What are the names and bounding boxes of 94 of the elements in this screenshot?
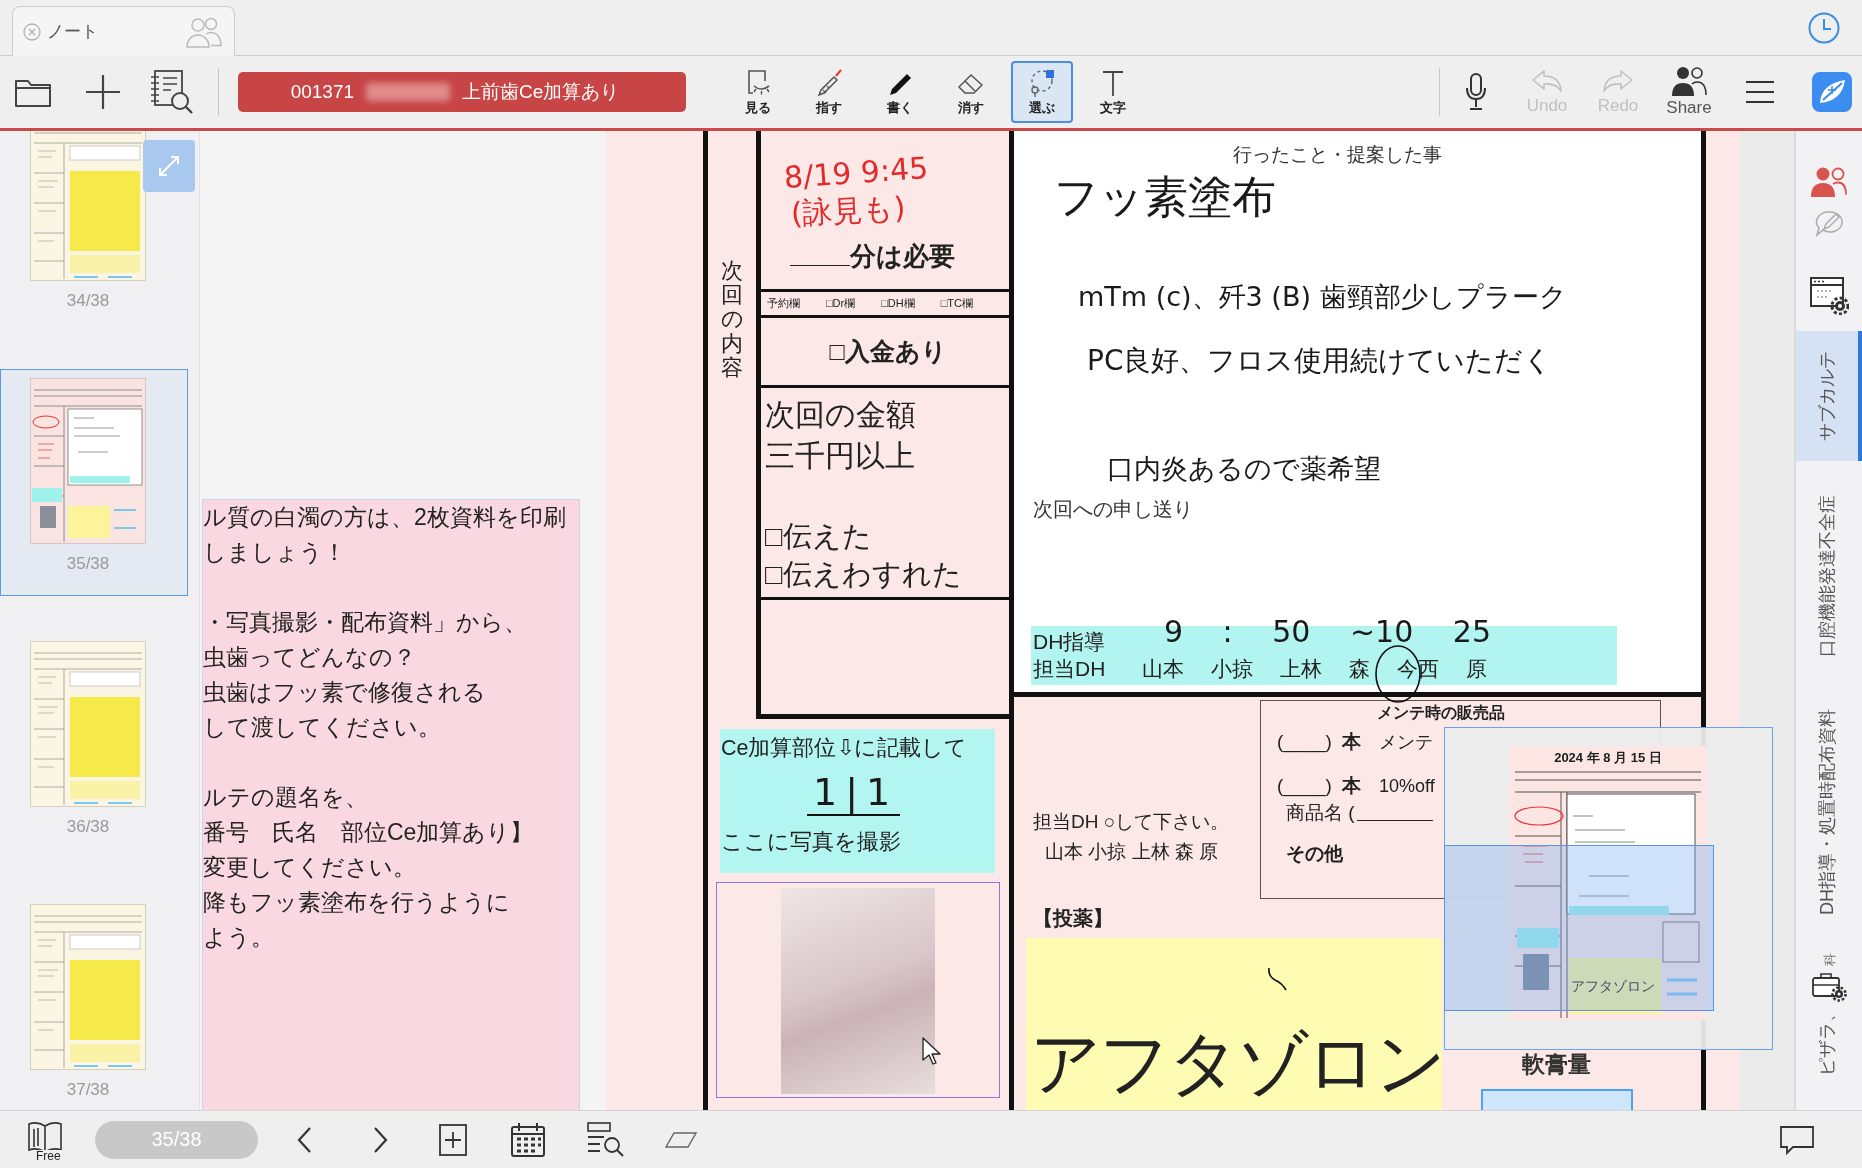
handwritten-time: 9 : 50 ~10 25 xyxy=(1163,614,1492,650)
microphone-icon[interactable] xyxy=(1464,72,1488,112)
section-label: 次回の内容 xyxy=(721,259,743,382)
staff-names: 山本 小掠 上林 森 原 xyxy=(1045,840,1219,864)
booking-field-label: □DH欄 xyxy=(881,296,915,311)
booking-field-label: □TC欄 xyxy=(940,296,973,311)
staff-name: 山本 xyxy=(1142,657,1185,680)
fill-in-line[interactable] xyxy=(1356,817,1433,821)
share-button[interactable]: Share xyxy=(1658,61,1720,123)
share-people-icon xyxy=(1671,66,1707,96)
handover-label: 次回への申し送り xyxy=(1033,497,1193,521)
medication-heading: 【投薬】 xyxy=(1033,906,1113,930)
side-tab[interactable]: サブカルテ xyxy=(1796,331,1862,461)
staff-instruction: 担当DH ○して下さい。 xyxy=(1033,810,1230,834)
tool-button[interactable]: 選ぶ xyxy=(1011,61,1073,123)
list-search-icon[interactable] xyxy=(586,1120,624,1159)
note-line: 虫歯ってどんなの？ xyxy=(203,643,416,672)
handwritten-text: フッ素塗布 xyxy=(1053,171,1277,224)
tool-button[interactable]: 書く xyxy=(869,61,931,123)
quantity-blank: (____) xyxy=(1277,775,1332,797)
product-name: メンテ xyxy=(1378,731,1433,754)
navigator-panel[interactable]: 2024 年 8 月 15 日 アフタゾロン xyxy=(1444,727,1773,1050)
ce-instruction: Ce加算部位⇩に記載して xyxy=(721,735,968,762)
side-tab[interactable]: 口腔機能発達不全症 xyxy=(1796,477,1862,675)
ink-stroke-icon xyxy=(1265,966,1289,992)
window-gear-icon[interactable] xyxy=(1809,275,1849,315)
payment-label: □入金あり xyxy=(829,336,947,367)
parallelogram-icon[interactable] xyxy=(664,1130,698,1149)
check-label: □伝えわすれた xyxy=(765,557,962,592)
other-label: その他 xyxy=(1286,842,1343,866)
guidance-label: DH指導 xyxy=(1033,629,1106,655)
photo-instruction: ここに写真を撮影 xyxy=(721,828,901,856)
cursor-icon xyxy=(921,1036,943,1066)
thumbnail-date: 2024 年 8 月 15 日 xyxy=(1553,750,1663,766)
people-icon[interactable] xyxy=(1811,166,1847,198)
unit-label: 本 xyxy=(1341,774,1361,798)
ointment-label: 軟膏量 xyxy=(1522,1051,1591,1077)
record-number: 001371 xyxy=(290,81,355,103)
note-line: 番号 氏名 部位Ce加算あり】 xyxy=(203,818,534,847)
plus-icon[interactable] xyxy=(85,74,121,110)
side-tab[interactable]: DH指導・処置時配布資料 xyxy=(1796,691,1862,933)
booking-field-label: □Dr欄 xyxy=(825,296,856,311)
handwritten-text: 口内炎あるので薬希望 xyxy=(1106,453,1382,486)
staff-name: 小掠 xyxy=(1211,657,1254,680)
fee-text: 三千円以上 xyxy=(765,438,915,474)
staff-label: 担当DH xyxy=(1033,656,1106,682)
tool-button[interactable]: 見る xyxy=(727,61,789,123)
note-line: しましょう！ xyxy=(203,538,346,567)
fill-in-line[interactable] xyxy=(790,262,850,266)
fee-text: 次回の金額 xyxy=(765,397,916,433)
briefcase-gear-icon[interactable] xyxy=(1811,970,1847,1002)
note-line: ル質の白濁の方は、2枚資料を印刷 xyxy=(203,503,566,532)
quantity-blank: (____) xyxy=(1277,731,1332,753)
redo-icon xyxy=(1601,68,1635,94)
check-label: □伝えた xyxy=(765,519,872,554)
app-icon[interactable] xyxy=(1812,72,1852,112)
record-heading: 行ったこと・提案した事 xyxy=(1233,143,1442,167)
menu-icon[interactable] xyxy=(1745,80,1775,104)
note-subject: 上前歯Ce加算あり xyxy=(462,80,620,104)
side-tab[interactable]: ピザラ、 xyxy=(1796,1002,1862,1078)
note-line: ルテの題名を、 xyxy=(203,783,368,812)
tool-button[interactable]: 指す xyxy=(798,61,860,123)
note-line: よう。 xyxy=(203,923,274,952)
handwritten-text: PC良好、フロス使用続けていただく xyxy=(1086,344,1554,378)
note-title-bar[interactable]: 001371 上前歯Ce加算あり xyxy=(238,72,686,112)
tab-text-fragment: 科 xyxy=(1822,953,1836,966)
booking-field-label: 予約欄 xyxy=(767,296,800,311)
notebook-search-icon[interactable] xyxy=(148,69,194,115)
staff-name: 原 xyxy=(1466,657,1488,680)
tool-button[interactable]: 文字 xyxy=(1082,61,1144,123)
note-line: 虫歯はフッ素で修復される xyxy=(203,678,486,707)
product-name: 10%off xyxy=(1378,775,1435,797)
sales-title: メンテ時の販売品 xyxy=(1377,704,1505,722)
handwritten-text: mTm (c)、歼3 (B) 歯頸部少しプラーク xyxy=(1077,281,1568,314)
product-label: 商品名 ( xyxy=(1286,801,1355,825)
staff-name: 森 xyxy=(1349,657,1371,680)
undo-icon xyxy=(1530,68,1564,94)
note-line: 降もフッ素塗布を行うように xyxy=(203,888,510,917)
drug-name: アフタゾロン xyxy=(1030,1028,1445,1098)
sticky-note[interactable]: ル質の白濁の方は、2枚資料を印刷 しましょう！ ・写真撮影・配布資料」から、 虫歯ってどんなの？ 虫歯はフッ素で修復される して渡してください。 ルテの題名を、 番号 氏名 部位Ce加算あり】 変更してください。 降もフッ素塗布を行うように よう。 xyxy=(202,499,580,1110)
tool-button[interactable]: 消す xyxy=(940,61,1002,123)
comment-box-icon[interactable] xyxy=(1779,1123,1815,1156)
thumbnail-drug-name: アフタゾロン xyxy=(1571,978,1655,995)
note-line: ・写真撮影・配布資料」から、 xyxy=(203,608,527,637)
note-line: 変更してください。 xyxy=(203,853,416,882)
note-line: して渡してください。 xyxy=(203,713,441,742)
staff-name: 上林 xyxy=(1280,657,1323,680)
input-field[interactable] xyxy=(1480,1089,1633,1110)
handwritten-tooth-chart: 1|1 xyxy=(807,770,901,816)
add-page-icon[interactable] xyxy=(438,1122,468,1157)
duration-label: 分は必要 xyxy=(850,241,955,271)
calendar-icon[interactable] xyxy=(510,1121,546,1158)
unit-label: 本 xyxy=(1341,730,1361,754)
clock-icon[interactable] xyxy=(1808,11,1840,44)
